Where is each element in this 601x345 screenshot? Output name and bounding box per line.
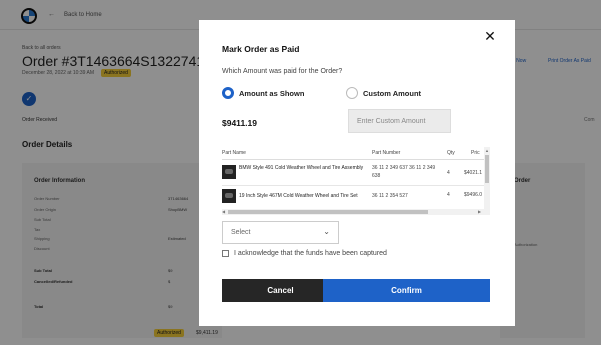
close-icon[interactable]: ✕ — [483, 29, 497, 43]
horizontal-scroll-thumb[interactable] — [228, 210, 428, 214]
table-header: Qty — [447, 150, 455, 156]
part-number: 36 11 2 349 637 36 11 2 349 638 — [372, 165, 436, 179]
chevron-down-icon: ⌄ — [323, 227, 330, 236]
acknowledge-checkbox[interactable] — [222, 250, 229, 257]
wheel-thumbnail — [222, 189, 236, 203]
row-divider — [222, 185, 484, 186]
part-name: 19 Inch Style 467M Cold Weather Wheel an… — [239, 193, 358, 199]
amount-question: Which Amount was paid for the Order? — [222, 68, 343, 75]
radio-amount-shown[interactable] — [222, 87, 234, 99]
confirm-button[interactable]: Confirm — [323, 279, 490, 302]
table-header: Pric — [471, 150, 480, 156]
part-qty: 4 — [447, 170, 450, 176]
header-divider — [222, 159, 484, 160]
scroll-up-icon[interactable]: ▲ — [485, 148, 489, 153]
table-header: Part Number — [372, 150, 401, 156]
part-price: $9496.0 — [464, 192, 483, 198]
part-price: $4021.1 — [464, 170, 483, 176]
mark-paid-modal: Mark Order as Paid ✕ Which Amount was pa… — [199, 20, 515, 326]
acknowledge-label[interactable]: I acknowledge that the funds have been c… — [234, 250, 387, 257]
custom-amount-input[interactable] — [348, 109, 451, 133]
wheel-thumbnail — [222, 165, 236, 179]
radio-custom-amount[interactable] — [346, 87, 358, 99]
parts-table: Part Name Part Number Qty Pric BMW Style… — [222, 147, 490, 215]
scroll-left-icon[interactable]: ◀ — [222, 209, 225, 214]
radio-amount-shown-label[interactable]: Amount as Shown — [239, 89, 304, 98]
payment-select[interactable]: Select ⌄ — [222, 221, 339, 244]
radio-custom-amount-label[interactable]: Custom Amount — [363, 89, 421, 98]
vertical-scroll-thumb[interactable] — [485, 155, 489, 183]
select-value: Select — [231, 229, 251, 236]
scroll-right-icon[interactable]: ▶ — [478, 209, 481, 214]
cancel-button[interactable]: Cancel — [222, 279, 339, 302]
amount-value: $9411.19 — [222, 118, 257, 128]
part-number: 36 11 2 354 527 — [372, 193, 408, 199]
table-header: Part Name — [222, 150, 246, 156]
modal-title: Mark Order as Paid — [222, 44, 300, 54]
part-name: BMW Style 491 Cold Weather Wheel and Tir… — [239, 165, 364, 171]
part-qty: 4 — [447, 192, 450, 198]
